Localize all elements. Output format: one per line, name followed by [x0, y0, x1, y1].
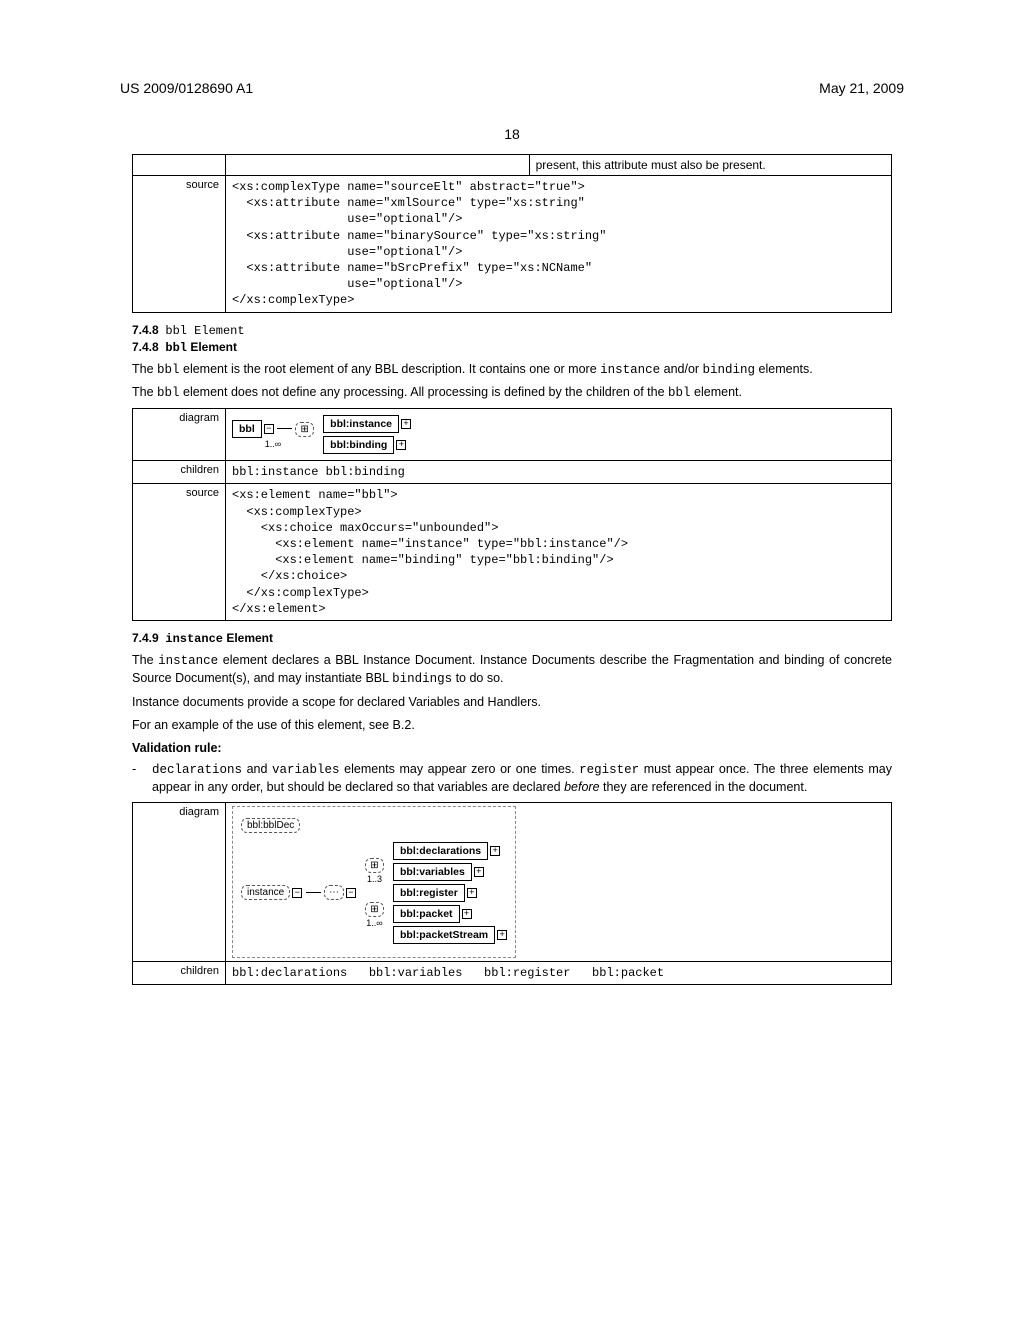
source-code-2: <xs:element name="bbl"> <xs:complexType>… [232, 487, 885, 617]
diag-packet: bbl:packet [393, 905, 460, 923]
choice-icon: ⊞ [365, 858, 383, 873]
bbl-diagram: bbl− ⊞ 1..∞ bbl:instance+ bbl:binding+ [226, 409, 892, 461]
source-code-1: <xs:complexType name="sourceElt" abstrac… [232, 179, 885, 309]
occurrence-1: 1..∞ [232, 439, 314, 449]
diag-instance: instance [241, 885, 290, 900]
source-table-1: present, this attribute must also be pre… [132, 154, 892, 313]
row-label-diagram: diagram [133, 409, 226, 461]
sec749-p1: The instance element declares a BBL Inst… [132, 652, 892, 688]
section-748-head: 7.4.8 bbl Element [132, 323, 892, 338]
row-label-source2: source [133, 484, 226, 621]
row-label-diagram3: diagram [133, 803, 226, 961]
sec748-p2: The bbl element does not define any proc… [132, 384, 892, 402]
row-label-children3: children [133, 961, 226, 984]
instance-diagram: bbl:bblDec instance− ⋯− ⊞ 1..3 [226, 803, 892, 961]
validation-rule-head: Validation rule: [132, 741, 892, 755]
sec749-p2: Instance documents provide a scope for d… [132, 694, 892, 711]
row-label-source: source [133, 176, 226, 313]
diag-binding-box: bbl:binding [323, 436, 394, 454]
diag-packetstream: bbl:packetStream [393, 926, 495, 944]
children-list-2: bbl:instance bbl:binding [232, 465, 405, 479]
expand-icon: − [264, 424, 274, 434]
choice-icon: ⊞ [365, 902, 383, 917]
diag-variables: bbl:variables [393, 863, 472, 881]
expand-icon: − [346, 888, 356, 898]
choice-icon: ⊞ [295, 422, 313, 437]
diag-register: bbl:register [393, 884, 465, 902]
presence-note: present, this attribute must also be pre… [529, 155, 891, 176]
expand-icon: + [497, 930, 507, 940]
occurrence-13: 1..3 [365, 874, 383, 884]
occurrence-1inf: 1..∞ [365, 918, 383, 928]
diag-bbl-box: bbl [232, 420, 262, 438]
expand-icon: + [462, 909, 472, 919]
expand-icon: + [490, 846, 500, 856]
children-list-3: bbl:declarations bbl:variables bbl:regis… [232, 966, 664, 980]
content-area: present, this attribute must also be pre… [132, 154, 892, 985]
sequence-icon: ⋯ [324, 885, 344, 900]
sec749-p3: For an example of the use of this elemen… [132, 717, 892, 734]
sec748-p1: The bbl element is the root element of a… [132, 361, 892, 379]
diag-bbldec: bbl:bblDec [241, 818, 300, 833]
doc-date: May 21, 2009 [819, 80, 904, 96]
page: US 2009/0128690 A1 May 21, 2009 18 prese… [0, 0, 1024, 1320]
expand-icon: − [292, 888, 302, 898]
doc-id: US 2009/0128690 A1 [120, 80, 253, 96]
page-number: 18 [120, 126, 904, 142]
diag-instance-box: bbl:instance [323, 415, 399, 433]
sec749-head: 7.4.9 instance Element [132, 631, 892, 646]
expand-icon: + [396, 440, 406, 450]
validation-bullet: - declarations and variables elements ma… [132, 761, 892, 796]
diag-declarations: bbl:declarations [393, 842, 488, 860]
expand-icon: + [401, 419, 411, 429]
sec748-title: 7.4.8 bbl Element [132, 340, 892, 355]
row-label-children: children [133, 461, 226, 484]
page-header: US 2009/0128690 A1 May 21, 2009 [120, 80, 904, 96]
instance-element-table: diagram bbl:bblDec instance− ⋯− ⊞ 1..3 [132, 802, 892, 985]
bbl-element-table: diagram bbl− ⊞ 1..∞ bbl:instance+ bbl:bi… [132, 408, 892, 621]
expand-icon: + [474, 867, 484, 877]
expand-icon: + [467, 888, 477, 898]
